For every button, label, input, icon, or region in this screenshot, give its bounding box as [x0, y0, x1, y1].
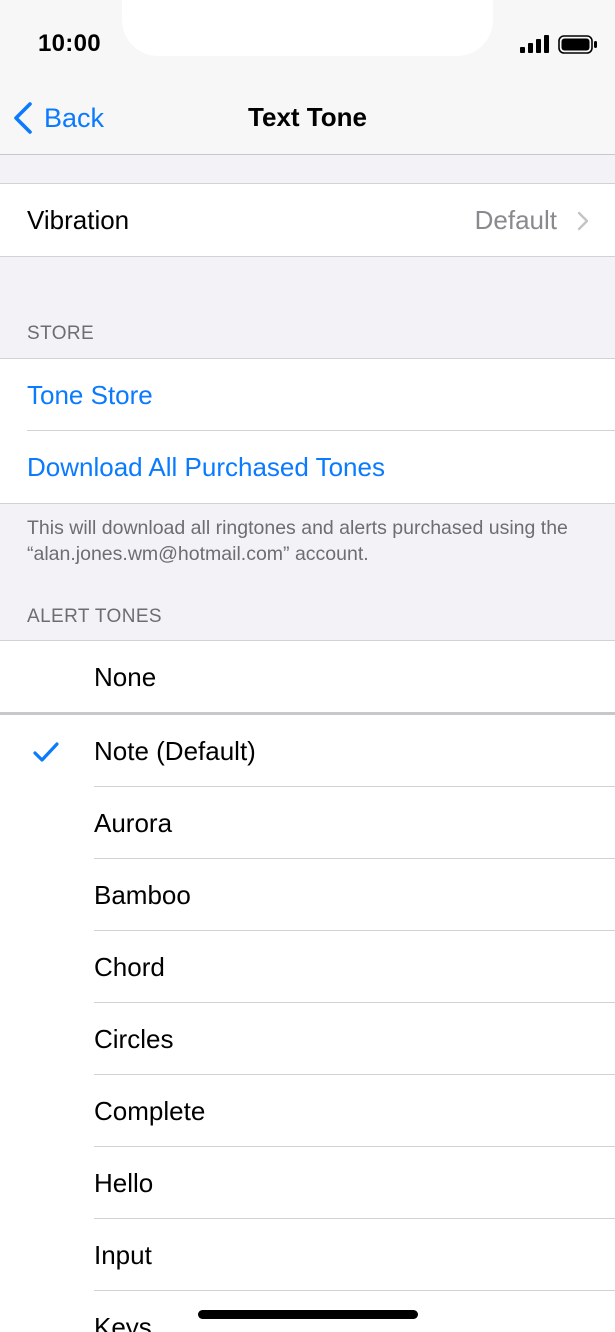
- download-all-link: Download All Purchased Tones: [27, 451, 385, 482]
- tone-row-none[interactable]: None: [0, 641, 615, 713]
- tone-label: Keys: [94, 1311, 152, 1332]
- tone-row-hello[interactable]: Hello: [0, 1147, 615, 1219]
- tone-label: Bamboo: [94, 879, 191, 910]
- vibration-label: Vibration: [27, 204, 130, 235]
- vibration-group: Vibration Default: [0, 183, 615, 257]
- tone-row-note-default[interactable]: Note (Default): [0, 715, 615, 787]
- tone-label: Note (Default): [94, 735, 256, 766]
- checkmark-icon: [33, 742, 59, 762]
- status-bar: 10:00: [0, 0, 615, 80]
- download-all-row[interactable]: Download All Purchased Tones: [0, 431, 615, 503]
- alert-tones-none-group: None: [0, 640, 615, 713]
- chevron-right-icon: [577, 211, 589, 231]
- store-group: Tone Store Download All Purchased Tones: [0, 358, 615, 504]
- tone-store-link: Tone Store: [27, 379, 153, 410]
- cellular-signal-icon: [520, 35, 549, 53]
- tone-label: Complete: [94, 1095, 206, 1126]
- tone-row-aurora[interactable]: Aurora: [0, 787, 615, 859]
- navigation-bar: Back Text Tone: [0, 80, 615, 155]
- text-tone-screen: 10:00 Back Text Tone Vibration Default S…: [0, 0, 615, 1332]
- battery-icon: [558, 35, 597, 54]
- store-section-header: STORE: [27, 323, 95, 344]
- tone-row-complete[interactable]: Complete: [0, 1075, 615, 1147]
- alert-tones-list: Note (Default) Aurora Bamboo Chord Circl…: [0, 715, 615, 1332]
- home-indicator[interactable]: [198, 1310, 418, 1319]
- tone-row-bamboo[interactable]: Bamboo: [0, 859, 615, 931]
- tone-label: Chord: [94, 951, 165, 982]
- alert-tones-section-header: ALERT TONES: [27, 606, 162, 627]
- notch: [122, 0, 493, 56]
- tone-label: Input: [94, 1239, 152, 1270]
- tone-row-input[interactable]: Input: [0, 1219, 615, 1291]
- tone-row-chord[interactable]: Chord: [0, 931, 615, 1003]
- vibration-value: Default: [474, 204, 557, 235]
- tone-label: Hello: [94, 1167, 154, 1198]
- tone-label: Aurora: [94, 807, 173, 838]
- status-time: 10:00: [38, 30, 101, 57]
- tone-store-row[interactable]: Tone Store: [0, 359, 615, 431]
- tone-label: Circles: [94, 1023, 174, 1054]
- store-footer-note: This will download all ringtones and ale…: [27, 517, 568, 565]
- tone-row-circles[interactable]: Circles: [0, 1003, 615, 1075]
- tone-label: None: [94, 661, 157, 692]
- vibration-row[interactable]: Vibration Default: [0, 184, 615, 256]
- page-title: Text Tone: [248, 102, 367, 132]
